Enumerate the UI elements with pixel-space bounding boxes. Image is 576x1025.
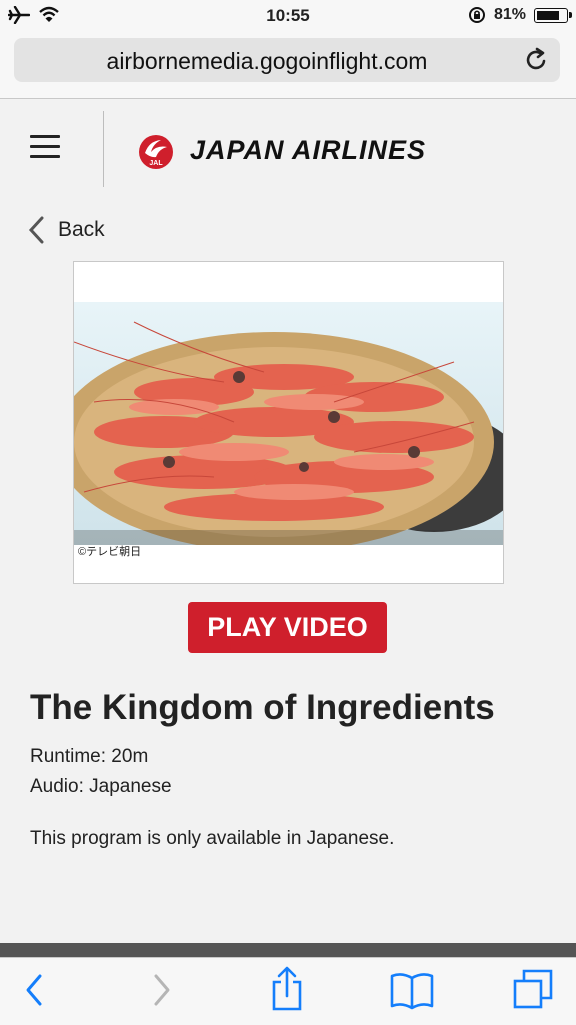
share-icon[interactable] [270, 966, 304, 1012]
battery-icon [534, 7, 572, 23]
program-title: The Kingdom of Ingredients [30, 688, 495, 727]
url-text[interactable]: airbornemedia.gogoinflight.com [14, 48, 520, 75]
address-bar[interactable]: airbornemedia.gogoinflight.com [14, 38, 560, 82]
forward-icon[interactable] [150, 970, 174, 1010]
browser-chrome: airbornemedia.gogoinflight.com [0, 32, 576, 99]
audio-text: Audio: Japanese [30, 776, 172, 797]
runtime-text: Runtime: 20m [30, 746, 149, 767]
status-bar: 10:55 81% [0, 0, 576, 32]
tabs-icon[interactable] [512, 968, 554, 1010]
logo-text: JAL [149, 160, 163, 167]
menu-icon[interactable] [30, 135, 60, 165]
brand-name[interactable]: JAPAN AIRLINES [190, 135, 426, 166]
program-thumbnail: ©テレビ朝日 [73, 261, 504, 584]
status-right: 81% [468, 6, 572, 24]
play-video-button[interactable]: PLAY VIDEO [188, 602, 387, 653]
availability-note: This program is only available in Japane… [30, 828, 395, 849]
shrimp-photo [74, 302, 503, 545]
battery-fill [537, 10, 559, 20]
header-divider [103, 111, 104, 187]
bookmarks-icon[interactable] [390, 970, 434, 1010]
reload-icon[interactable] [524, 47, 550, 73]
jal-crane-logo: JAL [139, 135, 173, 169]
chevron-left-icon [28, 216, 44, 244]
back-link[interactable]: Back [28, 216, 105, 244]
browser-toolbar [0, 957, 576, 1025]
back-icon[interactable] [22, 970, 46, 1010]
toolbar-divider [0, 943, 576, 957]
battery-percent: 81% [493, 6, 526, 23]
back-label[interactable]: Back [58, 218, 105, 242]
orientation-lock-icon [468, 7, 485, 23]
image-caption: ©テレビ朝日 [78, 546, 142, 558]
site-header: JAL JAPAN AIRLINES [0, 99, 576, 197]
